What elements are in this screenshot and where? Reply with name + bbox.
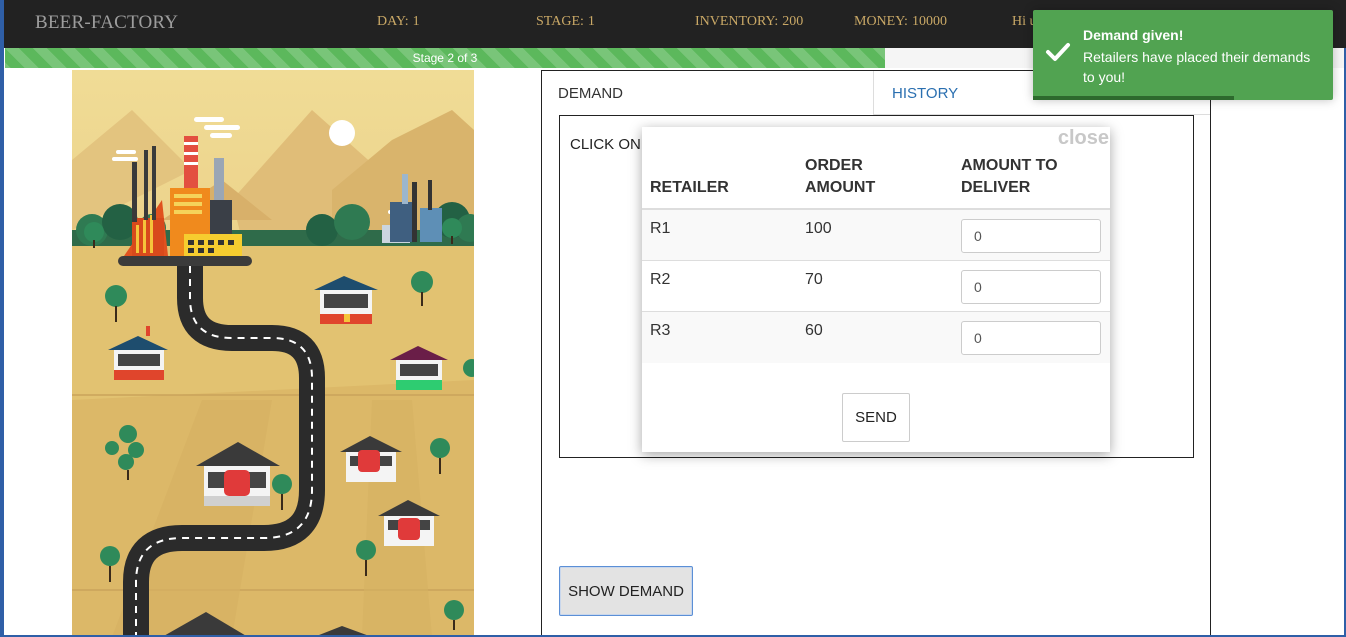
instruction-text: CLICK ON <box>570 136 641 153</box>
order-amount-cell: 70 <box>805 271 823 288</box>
table-row: R3 60 <box>642 312 1110 363</box>
retailer-cell: R1 <box>650 220 671 237</box>
amount-to-deliver-input[interactable] <box>961 219 1101 253</box>
window-border-left <box>0 0 4 637</box>
stage-label: STAGE: <box>536 14 584 29</box>
money-value: 10000 <box>911 14 947 29</box>
day-label: DAY: <box>377 14 409 29</box>
header-order-amount: ORDER AMOUNT <box>805 157 876 196</box>
toast-timer-bar <box>1033 96 1234 100</box>
show-demand-button[interactable]: SHOW DEMAND <box>559 566 693 616</box>
toast-title: Demand given! <box>1083 27 1184 43</box>
check-icon <box>1046 43 1070 61</box>
toast-message: Retailers have placed their demands to y… <box>1083 49 1311 85</box>
amount-to-deliver-input[interactable] <box>961 270 1101 304</box>
amount-to-deliver-input[interactable] <box>961 321 1101 355</box>
day-stat: DAY: 1 <box>377 14 420 30</box>
supply-chain-map <box>72 70 474 637</box>
toast-notification[interactable]: Demand given! Retailers have placed thei… <box>1033 10 1333 100</box>
order-amount-cell: 60 <box>805 322 823 339</box>
order-amount-cell: 100 <box>805 220 832 237</box>
send-button[interactable]: SEND <box>842 393 910 442</box>
money-label: MONEY: <box>854 14 908 29</box>
inventory-label: INVENTORY: <box>695 14 779 29</box>
retailer-cell: R2 <box>650 271 671 288</box>
brand-title[interactable]: BEER-FACTORY <box>35 12 178 34</box>
table-row: R1 100 <box>642 210 1110 261</box>
retailer-cell: R3 <box>650 322 671 339</box>
table-row: R2 70 <box>642 261 1110 312</box>
stage-progress-fill: Stage 2 of 3 <box>5 48 885 68</box>
header-retailer: RETAILER <box>650 179 729 196</box>
stage-stat: STAGE: 1 <box>536 14 595 30</box>
day-value: 1 <box>412 14 420 29</box>
inventory-stat: INVENTORY: 200 <box>695 14 803 30</box>
header-amount-to-deliver: AMOUNT TO DELIVER <box>961 157 1058 196</box>
stage-progress-label: Stage 2 of 3 <box>412 51 478 65</box>
inventory-value: 200 <box>782 14 804 29</box>
table-header: RETAILER ORDER AMOUNT AMOUNT TO DELIVER <box>642 127 1110 210</box>
demand-modal: close RETAILER ORDER AMOUNT AMOUNT TO DE… <box>642 127 1110 452</box>
stage-value: 1 <box>587 14 595 29</box>
money-stat: MONEY: 10000 <box>854 14 947 30</box>
tab-demand[interactable]: DEMAND <box>542 71 874 115</box>
